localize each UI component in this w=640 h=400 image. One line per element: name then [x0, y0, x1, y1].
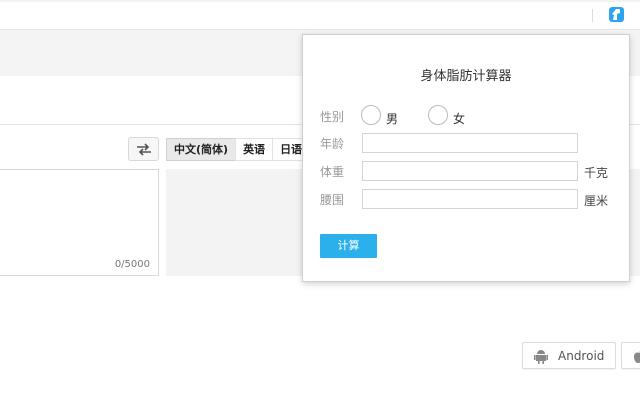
waist-input[interactable] [362, 189, 578, 209]
swap-languages-button[interactable] [128, 137, 159, 161]
gender-label: 性别 [320, 110, 345, 124]
waist-label: 腰围 [320, 193, 345, 207]
android-app-button[interactable]: Android [522, 342, 616, 369]
popup-title: 身体脂肪计算器 [420, 69, 512, 84]
tab-language-chinese-simplified[interactable]: 中文(简体) [166, 138, 236, 161]
extension-glyph-icon [612, 9, 620, 20]
gender-female-label: 女 [453, 112, 466, 126]
swap-arrows-icon [137, 143, 151, 156]
ios-app-button[interactable] [621, 342, 640, 369]
age-input[interactable] [362, 133, 578, 153]
body-fat-calculator-popup: 身体脂肪计算器 性别 男 女 年龄 体重 千克 腰围 厘米 计算 [302, 34, 630, 282]
gender-male-radio[interactable] [361, 105, 381, 125]
character-count: 0/5000 [114, 259, 150, 270]
toolbar-top-border [0, 0, 640, 2]
target-language-tabs: 中文(简体) 英语 日语 [166, 138, 310, 161]
age-label: 年龄 [320, 137, 345, 151]
browser-viewport: 中文(简体) 英语 日语 0/5000 Android 身体脂肪计算器 性别 男… [0, 0, 640, 400]
apple-icon [633, 350, 640, 364]
android-icon [534, 350, 548, 364]
weight-unit: 千克 [584, 166, 609, 180]
calculate-button[interactable]: 计算 [320, 234, 377, 258]
toolbar-separator [592, 9, 593, 22]
android-app-label: Android [558, 349, 605, 363]
extension-icon[interactable] [609, 7, 624, 22]
weight-input[interactable] [362, 161, 578, 181]
gender-female-radio[interactable] [428, 105, 448, 125]
tab-language-english[interactable]: 英语 [235, 138, 273, 161]
weight-label: 体重 [320, 165, 345, 179]
waist-unit: 厘米 [584, 194, 609, 208]
browser-toolbar [0, 0, 640, 30]
source-text-input[interactable]: 0/5000 [0, 169, 159, 276]
gender-male-label: 男 [386, 112, 399, 126]
